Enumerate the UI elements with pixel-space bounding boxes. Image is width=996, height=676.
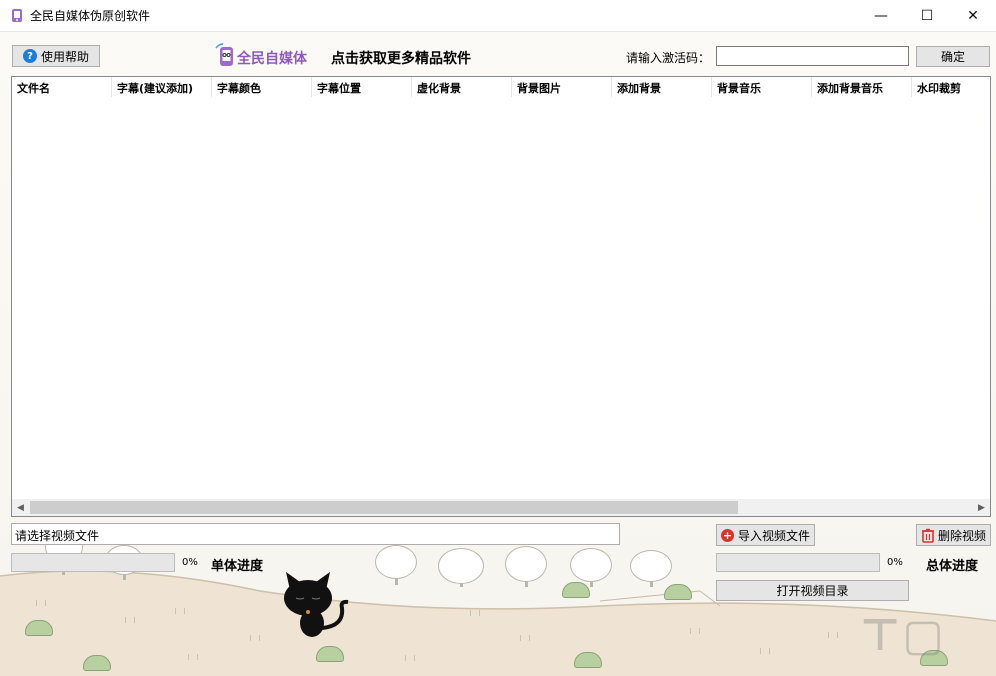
help-button[interactable]: ? 使用帮助 [12,45,100,67]
tree [570,548,612,582]
bush [83,655,111,671]
scrollbar-thumb[interactable] [30,501,738,514]
column-header-add-background-music[interactable]: 添加背景音乐 [812,77,912,97]
corner-logo-watermark: ⊤▢ [860,610,946,661]
delete-video-label: 删除视频 [937,528,986,543]
total-progress-label: 总体进度 [926,559,979,574]
single-progress-percent: 0% [182,557,198,568]
single-progress-label: 单体进度 [211,559,264,574]
grass [690,628,700,634]
tree [505,546,547,582]
brand-name: 全民自媒体 [237,51,307,67]
tree [438,548,484,584]
grass [470,610,480,616]
column-header-subtitle-position[interactable]: 字幕位置 [312,77,412,97]
import-video-button[interactable]: + 导入视频文件 [716,524,815,546]
column-header-subtitle-color[interactable]: 字幕颜色 [212,77,312,97]
grass [188,654,198,660]
column-header-blur-background[interactable]: 虚化背景 [412,77,512,97]
grass [250,635,260,641]
column-header-filename[interactable]: 文件名 [12,77,112,97]
black-cat-illustration [284,572,349,637]
scroll-right-arrow-icon[interactable]: ▶ [973,499,990,516]
bush [316,646,344,662]
column-header-background-image[interactable]: 背景图片 [512,77,612,97]
grass [125,617,135,623]
file-status-field: 请选择视频文件 [11,523,620,545]
open-video-directory-button[interactable]: 打开视频目录 [716,580,909,601]
grass [520,635,530,641]
video-task-table[interactable]: 文件名 字幕(建议添加) 字幕颜色 字幕位置 虚化背景 背景图片 添加背景 背景… [11,76,991,517]
confirm-button[interactable]: 确定 [916,46,990,67]
column-header-watermark-crop[interactable]: 水印裁剪 [912,77,990,97]
grass [405,655,415,661]
bush [25,620,53,636]
bush [664,584,692,600]
bush [562,582,590,598]
app-logo-icon [12,9,22,22]
table-header: 文件名 字幕(建议添加) 字幕颜色 字幕位置 虚化背景 背景图片 添加背景 背景… [12,77,990,97]
brand-phone-logo-icon [215,43,233,66]
column-header-subtitle[interactable]: 字幕(建议添加) [112,77,212,97]
tree [375,545,417,579]
minimize-button[interactable]: — [858,0,904,31]
grass [175,608,185,614]
grass [828,632,838,638]
column-header-add-background[interactable]: 添加背景 [612,77,712,97]
close-button[interactable]: ✕ [950,0,996,31]
horizontal-scrollbar[interactable]: ◀ ▶ [12,499,990,516]
total-progress-bar [716,553,880,572]
help-button-label: 使用帮助 [40,49,89,64]
activation-code-label: 请输入激活码： [626,51,711,65]
tree [630,550,672,582]
bush [574,652,602,668]
main-window: ⊤▢ 全民自媒体伪原创软件 — ☐ ✕ ? 使用帮助 全民自媒体 点击获取更多精… [0,0,996,676]
plus-circle-icon: + [720,528,734,542]
title-bar[interactable]: 全民自媒体伪原创软件 — ☐ ✕ [0,0,996,32]
scroll-left-arrow-icon[interactable]: ◀ [12,499,29,516]
get-more-software-link[interactable]: 点击获取更多精品软件 [331,48,471,68]
delete-video-button[interactable]: 删除视频 [916,524,991,546]
grass [760,648,770,654]
maximize-button[interactable]: ☐ [904,0,950,31]
import-video-label: 导入视频文件 [737,528,810,543]
single-progress-bar [11,553,175,572]
total-progress-percent: 0% [887,557,903,568]
window-title: 全民自媒体伪原创软件 [30,9,151,23]
trash-icon [921,528,934,543]
activation-code-input[interactable] [716,46,909,66]
question-circle-icon: ? [22,49,37,63]
column-header-background-music[interactable]: 背景音乐 [712,77,812,97]
grass [36,600,46,606]
